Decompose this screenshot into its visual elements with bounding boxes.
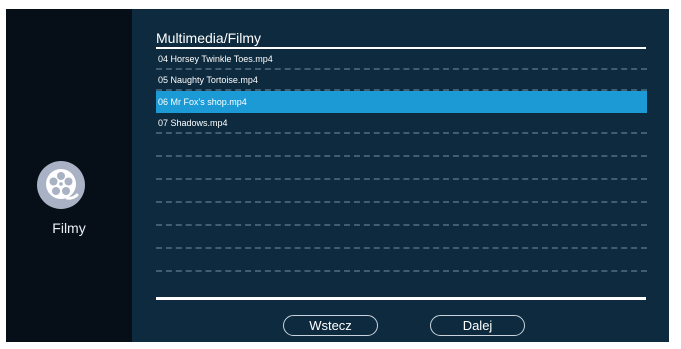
file-browser: Multimedia/Filmy 04 Horsey Twinkle Toes.… (132, 9, 669, 342)
file-name: 07 Shadows.mp4 (158, 118, 228, 128)
file-row[interactable]: 05 Naughty Tortoise.mp4 (156, 70, 647, 91)
empty-row (156, 203, 647, 226)
next-button[interactable]: Dalej (430, 315, 525, 336)
file-name: 04 Horsey Twinkle Toes.mp4 (158, 54, 273, 64)
app-label: Filmy (52, 220, 86, 236)
empty-row (156, 180, 647, 203)
file-list: 04 Horsey Twinkle Toes.mp4 05 Naughty To… (156, 49, 647, 272)
divider (156, 297, 646, 300)
empty-row (156, 226, 647, 249)
file-row-selected[interactable]: 06 Mr Fox's shop.mp4 (156, 91, 647, 113)
empty-row (156, 134, 647, 157)
file-name: 05 Naughty Tortoise.mp4 (158, 75, 258, 85)
file-row[interactable]: 04 Horsey Twinkle Toes.mp4 (156, 49, 647, 70)
sidebar: Filmy (6, 9, 132, 342)
file-name: 06 Mr Fox's shop.mp4 (158, 97, 247, 107)
file-row[interactable]: 07 Shadows.mp4 (156, 113, 647, 134)
film-reel-icon[interactable] (37, 161, 85, 209)
back-button[interactable]: Wstecz (283, 315, 378, 336)
empty-row (156, 249, 647, 272)
empty-row (156, 157, 647, 180)
screen: Filmy Multimedia/Filmy 04 Horsey Twinkle… (6, 9, 669, 342)
breadcrumb: Multimedia/Filmy (156, 30, 262, 46)
